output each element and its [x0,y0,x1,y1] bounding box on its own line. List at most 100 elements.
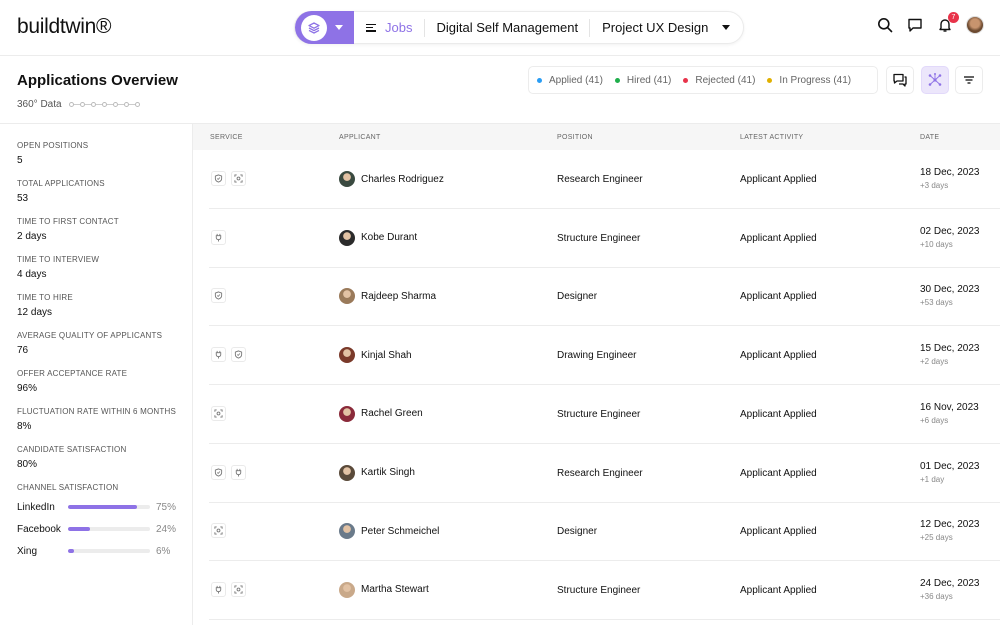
activity-cell: Applicant Applied [740,408,817,420]
applicant-cell[interactable]: Rachel Green [339,405,423,422]
shield-icon[interactable] [211,288,226,304]
applicant-cell[interactable]: Charles Rodriguez [339,171,444,187]
network-view-button[interactable] [921,66,949,94]
position-cell: Designer [557,291,598,303]
header-applicant[interactable]: APPLICANT [339,134,381,141]
applicant-name[interactable]: Kartik Singh [361,467,415,478]
applicant-name[interactable]: Rajdeep Sharma [361,291,436,302]
context-switcher: Jobs Digital Self Management Project UX … [294,11,745,44]
nav-project[interactable]: Digital Self Management [425,11,589,44]
legend-in-progress[interactable]: In Progress (41) [767,75,851,86]
date-cell: 12 Dec, 2023 +25 days [920,519,980,542]
stat-value: 8% [17,421,32,432]
applicant-name[interactable]: Martha Stewart [361,584,429,595]
notification-badge: 7 [948,12,959,23]
nav-ux-project[interactable]: Project UX Design [590,11,720,44]
table-row[interactable]: Martha Stewart Structure Engineer Applican… [209,561,1000,620]
stat-total-applications: TOTAL APPLICATIONS 53 [17,179,105,204]
date-cell: 01 Dec, 2023 +1 day [920,461,980,484]
stat-average-quality: AVERAGE QUALITY OF APPLICANTS 76 [17,331,162,356]
activity-cell: Applicant Applied [740,467,817,479]
header-position[interactable]: POSITION [557,134,593,141]
applicant-name[interactable]: Charles Rodriguez [361,174,444,185]
table-row[interactable]: Kobe Durant Structure Engineer Applicant A… [209,209,1000,268]
applicant-cell[interactable]: Martha Stewart [339,581,429,598]
table-row[interactable]: Rajdeep Sharma Designer Applicant Applied 3… [209,267,1000,327]
workspace-dropdown[interactable] [295,11,354,44]
filter-button[interactable] [955,66,983,94]
channel-bar-fill [68,527,91,531]
shield-icon[interactable] [211,171,226,186]
stat-time-to-first-contact: TIME TO FIRST CONTACT 2 days [17,217,119,242]
date-value: 12 Dec, 2023 [920,519,980,531]
scan-icon[interactable] [231,171,246,186]
bell-icon[interactable]: 7 [936,12,959,34]
header-service[interactable]: SERVICE [210,134,243,141]
date-value: 24 Dec, 2023 [920,577,980,589]
shield-icon[interactable] [211,464,226,480]
plug-icon[interactable] [211,347,226,363]
applicant-name[interactable]: Kobe Durant [361,232,417,243]
applicant-cell[interactable]: Peter Schmeichel [339,523,439,540]
progress-dots [68,102,140,107]
stat-open-positions: OPEN POSITIONS 5 [17,141,88,166]
plug-icon[interactable] [211,229,226,245]
table-row[interactable]: Kartik Singh Research Engineer Applicant A… [209,444,1000,503]
position-cell: Structure Engineer [557,584,641,596]
nav-jobs[interactable]: Jobs [354,11,424,44]
avatar [339,405,355,422]
channel-name: LinkedIn [17,501,55,513]
chat-icon[interactable] [906,16,924,34]
channel-percent: 6% [156,545,171,557]
scan-icon[interactable] [231,581,246,597]
legend-applied[interactable]: Applied (41) [537,75,603,86]
applicant-name[interactable]: Kinjal Shah [361,350,412,361]
header-date[interactable]: DATE [920,134,939,141]
chevron-down-icon[interactable] [722,25,731,30]
position-cell: Structure Engineer [557,408,641,420]
legend-label: Applied (41) [549,74,603,86]
stat-time-to-hire: TIME TO HIRE 12 days [17,293,73,318]
layers-icon [301,14,327,41]
date-cell: 15 Dec, 2023 +2 days [920,343,980,366]
applicant-cell[interactable]: Rajdeep Sharma [339,288,436,305]
table-row[interactable]: Rachel Green Structure Engineer Applicant … [209,385,1000,444]
activity-cell: Applicant Applied [740,232,817,244]
channel-bar [68,505,150,509]
applicant-name[interactable]: Rachel Green [361,408,423,419]
plug-icon[interactable] [211,581,226,597]
applications-table: SERVICE APPLICANT POSITION LATEST ACTIVI… [193,123,1000,625]
applicant-name[interactable]: Peter Schmeichel [361,526,439,537]
legend-label: Hired (41) [626,74,672,86]
search-icon[interactable] [876,16,894,34]
service-icons [211,405,231,421]
stat-label: TIME TO FIRST CONTACT [17,217,119,226]
scan-icon[interactable] [211,523,226,539]
table-row[interactable]: Kinjal Shah Drawing Engineer Applicant App… [209,326,1000,386]
activity-cell: Applicant Applied [740,174,817,185]
stat-label: TOTAL APPLICATIONS [17,179,105,188]
channel-bar [68,527,150,531]
legend-hired[interactable]: Hired (41) [614,74,672,86]
avatar[interactable] [966,16,984,34]
applicant-cell[interactable]: Kinjal Shah [339,347,412,364]
plug-icon[interactable] [231,464,246,480]
table-row[interactable]: Peter Schmeichel Designer Applicant Applie… [209,502,1000,562]
legend-rejected[interactable]: Rejected (41) [683,75,755,86]
app-logo[interactable]: buildtwin® [17,15,111,39]
header-activity[interactable]: LATEST ACTIVITY [740,134,803,141]
date-ago: +3 days [920,181,949,190]
stat-value: 76 [17,345,29,356]
comments-button[interactable] [886,66,914,94]
shield-icon[interactable] [231,347,246,363]
page-title: Applications Overview [17,72,178,89]
avatar [339,288,355,305]
applicant-cell[interactable]: Kartik Singh [339,464,415,481]
legend-label: In Progress (41) [779,74,852,86]
applicant-cell[interactable]: Kobe Durant [339,229,417,246]
channel-percent: 75% [156,501,177,513]
chevron-down-icon [335,25,343,30]
table-row[interactable]: Charles Rodriguez Research Engineer Applic… [209,150,1000,209]
activity-cell: Applicant Applied [740,526,817,538]
scan-icon[interactable] [211,405,226,421]
